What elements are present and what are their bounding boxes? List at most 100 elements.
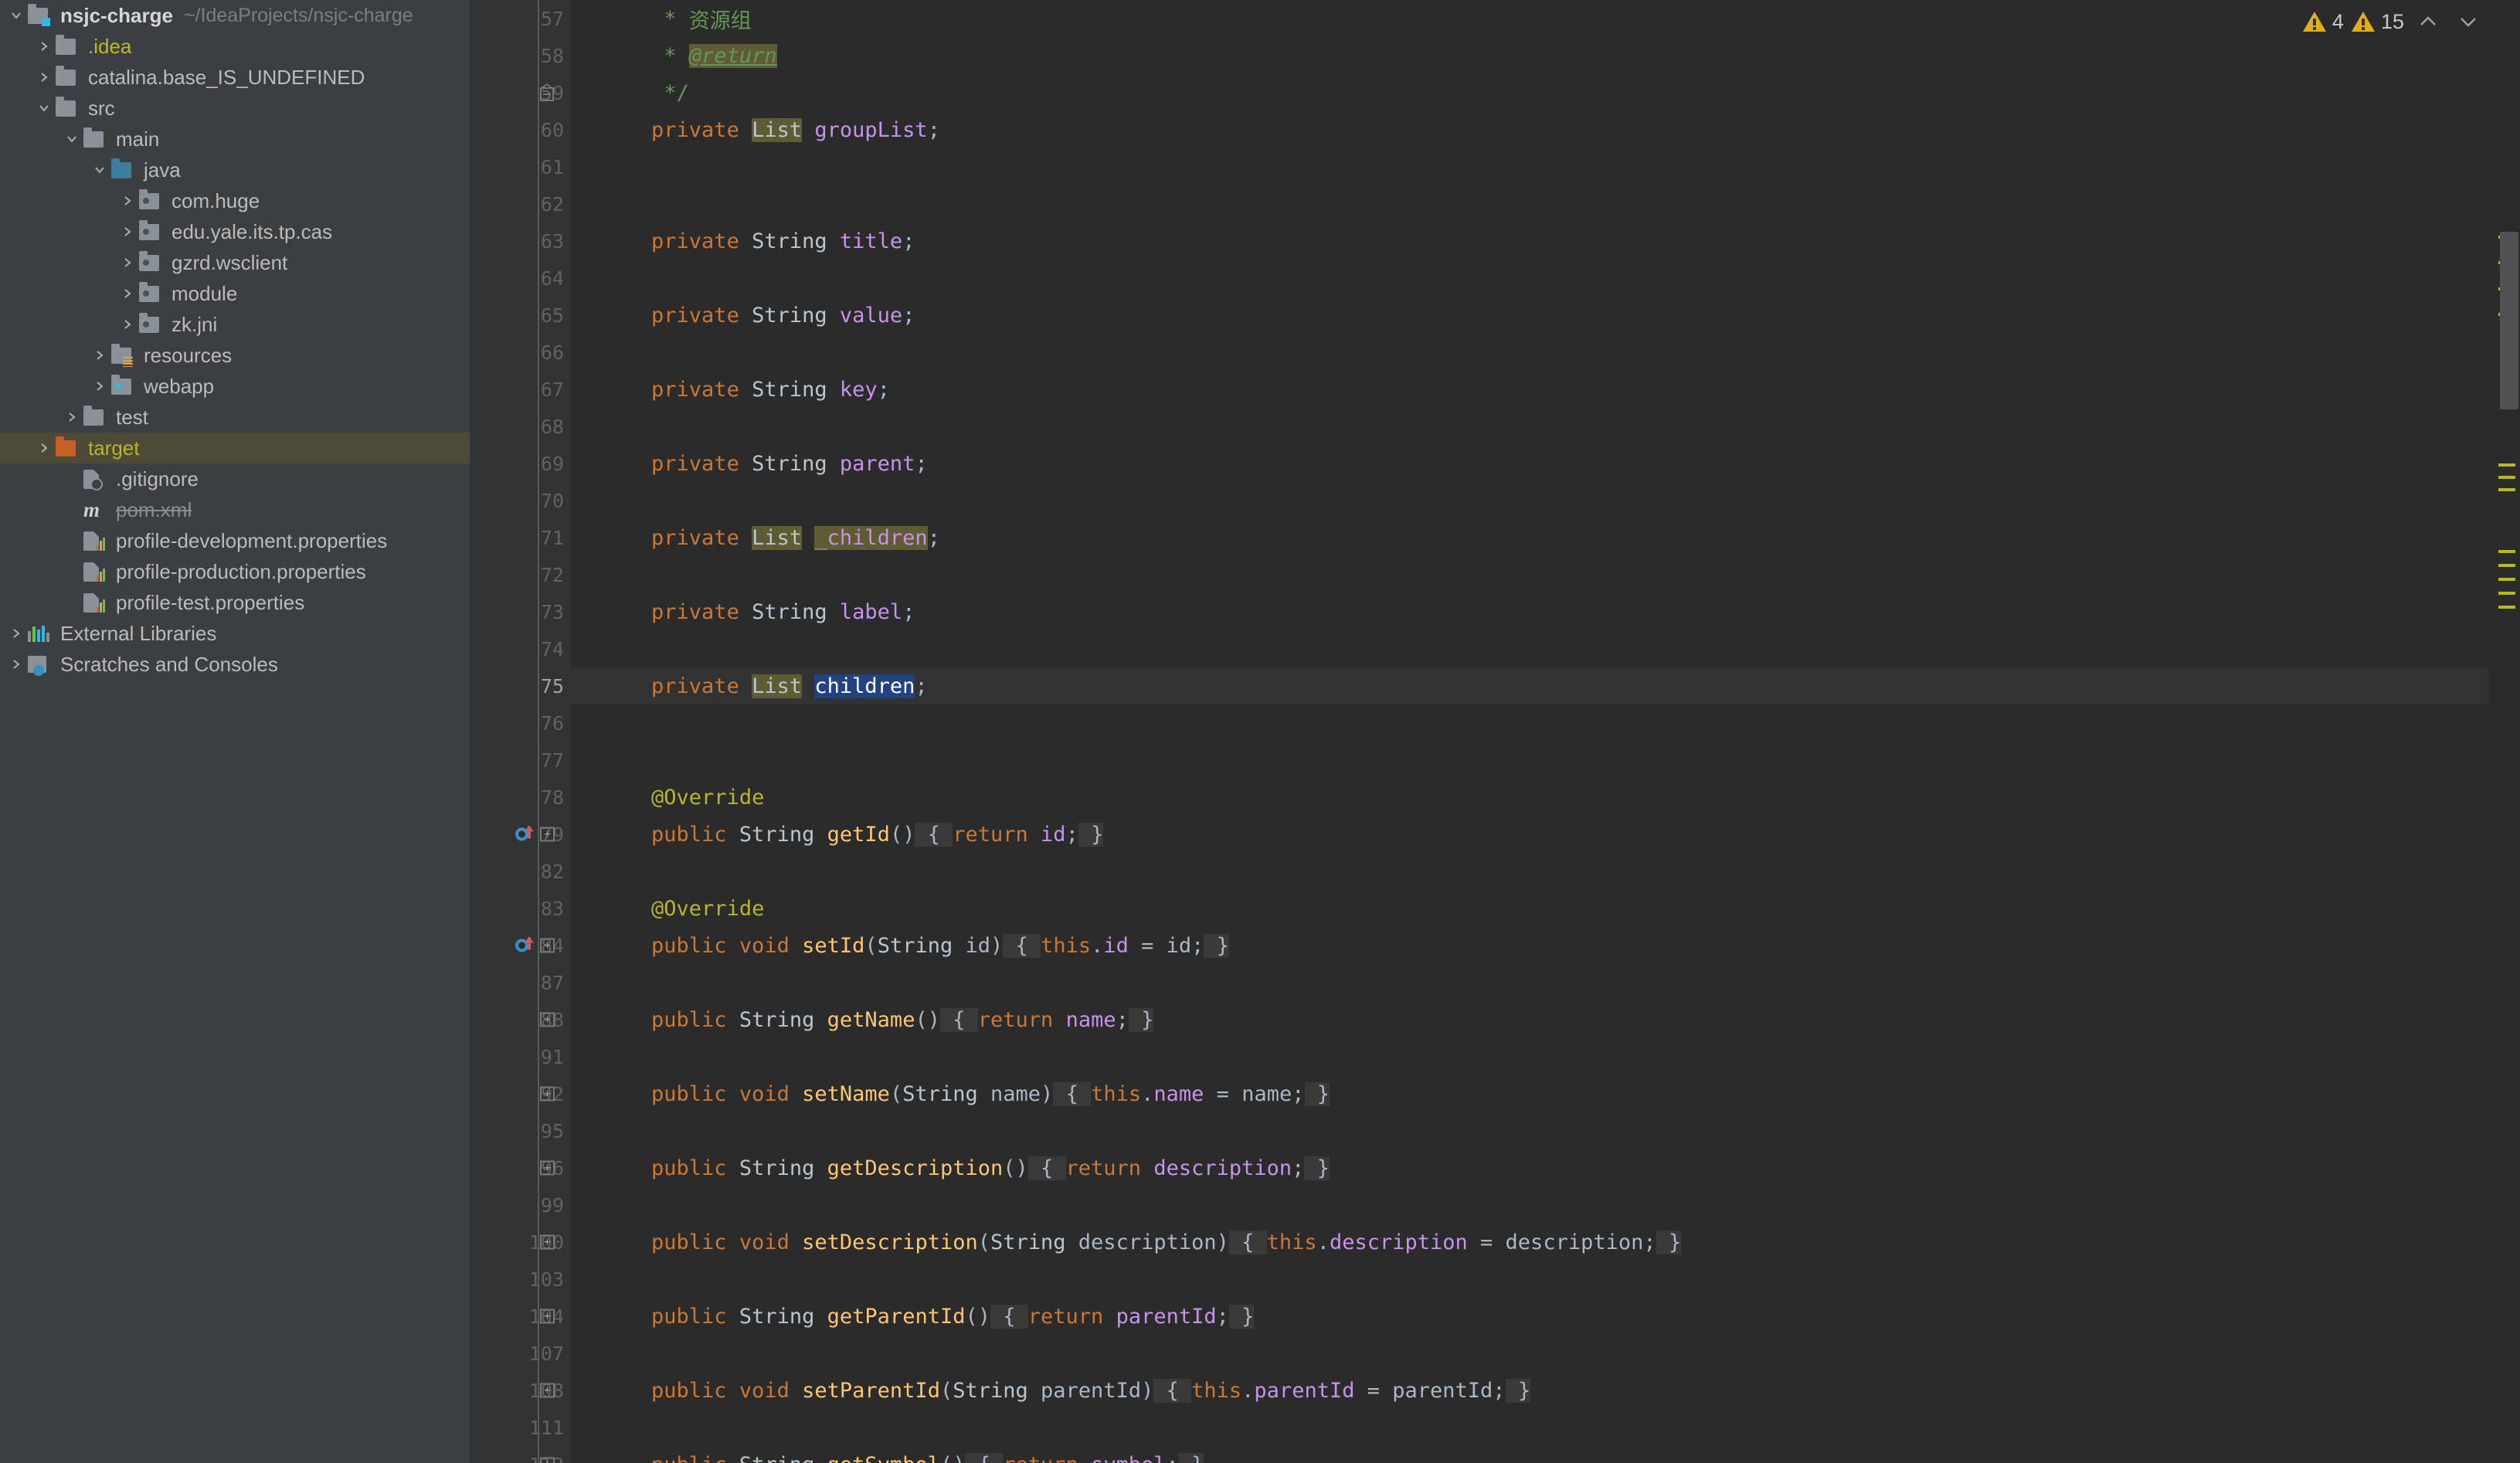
- scrollbar-warning-marker[interactable]: [2498, 578, 2515, 581]
- gutter-line-71[interactable]: 71: [470, 519, 570, 556]
- code-line-58[interactable]: * @return: [570, 37, 2520, 74]
- gutter-line-75[interactable]: 75: [470, 667, 570, 704]
- gutter-line-112[interactable]: 112+: [470, 1446, 570, 1463]
- code-line-87[interactable]: [570, 964, 2520, 1001]
- chevron-right-icon[interactable]: [88, 379, 111, 393]
- chevron-up-icon[interactable]: [2412, 13, 2444, 30]
- gutter-line-104[interactable]: 104 +: [470, 1298, 570, 1335]
- code-line-76[interactable]: [570, 704, 2520, 742]
- gutter-line-88[interactable]: 88 +: [470, 1001, 570, 1038]
- code-line-79[interactable]: public String getId() { return id; }: [570, 816, 2520, 853]
- warning-group-2[interactable]: 15: [2351, 10, 2404, 34]
- code-line-95[interactable]: [570, 1112, 2520, 1149]
- tree-item-scratches-and-consoles[interactable]: Scratches and Consoles: [0, 649, 470, 680]
- code-content[interactable]: * 资源组 * @return */ private List groupLis…: [570, 0, 2520, 1463]
- gutter-line-69[interactable]: 69: [470, 445, 570, 482]
- code-line-73[interactable]: private String label;: [570, 593, 2520, 630]
- chevron-right-icon[interactable]: [32, 39, 56, 53]
- gutter-line-66[interactable]: 66: [470, 334, 570, 371]
- scrollbar-warning-marker[interactable]: [2498, 550, 2515, 553]
- chevron-down-icon[interactable]: [5, 8, 28, 22]
- tree-item-test[interactable]: test: [0, 402, 470, 433]
- gutter-line-100[interactable]: 100 +: [470, 1224, 570, 1261]
- tree-item-com-huge[interactable]: com.huge: [0, 185, 470, 216]
- gutter-line-74[interactable]: 74: [470, 630, 570, 667]
- gutter-line-70[interactable]: 70: [470, 482, 570, 519]
- scrollbar-track[interactable]: [2498, 0, 2518, 1463]
- fold-expand-icon[interactable]: +: [540, 1383, 555, 1398]
- fold-expand-icon[interactable]: +: [540, 1234, 555, 1250]
- tree-item-gitignore[interactable]: .gitignore: [0, 463, 470, 494]
- chevron-right-icon[interactable]: [32, 70, 56, 84]
- gutter-line-63[interactable]: 63: [470, 222, 570, 260]
- chevron-down-icon[interactable]: [32, 101, 56, 115]
- tree-item-java[interactable]: java: [0, 154, 470, 185]
- code-line-66[interactable]: [570, 334, 2520, 371]
- tree-item-main[interactable]: main: [0, 124, 470, 154]
- scrollbar-warning-marker[interactable]: [2498, 564, 2515, 567]
- chevron-right-icon[interactable]: [88, 348, 111, 362]
- chevron-right-icon[interactable]: [5, 626, 28, 640]
- code-line-111[interactable]: [570, 1409, 2520, 1446]
- code-line-60[interactable]: private List groupList;: [570, 111, 2520, 148]
- fold-collapse-icon[interactable]: [540, 83, 554, 101]
- tree-item-profile-development-properties[interactable]: profile-development.properties: [0, 525, 470, 556]
- fold-expand-icon[interactable]: +: [540, 1457, 555, 1463]
- fold-expand-icon[interactable]: +: [540, 1309, 555, 1324]
- gutter-line-67[interactable]: 67: [470, 371, 570, 408]
- gutter-line-96[interactable]: 96 +: [470, 1149, 570, 1186]
- gutter-line-57[interactable]: 57: [470, 0, 570, 37]
- editor-markup-scrollbar[interactable]: [2489, 0, 2520, 1463]
- code-line-75[interactable]: private List children;: [570, 667, 2520, 704]
- code-line-68[interactable]: [570, 408, 2520, 445]
- code-line-112[interactable]: public String getSymbol() { return symbo…: [570, 1446, 2520, 1463]
- gutter-line-95[interactable]: 95: [470, 1112, 570, 1149]
- tree-item-edu-yale-its-tp-cas[interactable]: edu.yale.its.tp.cas: [0, 216, 470, 247]
- code-line-78[interactable]: @Override: [570, 779, 2520, 816]
- code-line-77[interactable]: [570, 742, 2520, 779]
- code-line-83[interactable]: @Override: [570, 890, 2520, 927]
- chevron-right-icon[interactable]: [116, 287, 139, 300]
- gutter-line-78[interactable]: 78: [470, 779, 570, 816]
- chevron-right-icon[interactable]: [116, 317, 139, 331]
- inspection-widget[interactable]: 4 15: [2302, 0, 2484, 39]
- gutter-line-60[interactable]: 60: [470, 111, 570, 148]
- gutter-line-83[interactable]: 83: [470, 890, 570, 927]
- gutter-line-82[interactable]: 82: [470, 853, 570, 890]
- tree-item-module[interactable]: module: [0, 278, 470, 309]
- fold-expand-icon[interactable]: +: [540, 827, 555, 842]
- project-tool-window[interactable]: nsjc-charge ~/IdeaProjects/nsjc-charge .…: [0, 0, 470, 1463]
- gutter-line-61[interactable]: 61: [470, 148, 570, 185]
- tree-item-idea[interactable]: .idea: [0, 31, 470, 62]
- scrollbar-warning-marker[interactable]: [2498, 592, 2515, 595]
- gutter-line-107[interactable]: 107: [470, 1335, 570, 1372]
- tree-item-zk-jni[interactable]: zk.jni: [0, 309, 470, 340]
- chevron-down-icon[interactable]: [88, 163, 111, 177]
- fold-expand-icon[interactable]: +: [540, 938, 555, 953]
- gutter-line-103[interactable]: 103: [470, 1261, 570, 1298]
- fold-expand-icon[interactable]: +: [540, 1086, 555, 1101]
- code-line-59[interactable]: */: [570, 74, 2520, 111]
- gutter-line-91[interactable]: 91: [470, 1038, 570, 1075]
- gutter-line-87[interactable]: 87: [470, 964, 570, 1001]
- tree-item-src[interactable]: src: [0, 93, 470, 124]
- code-line-62[interactable]: [570, 185, 2520, 222]
- code-line-70[interactable]: [570, 482, 2520, 519]
- tree-item-gzrd-wsclient[interactable]: gzrd.wsclient: [0, 247, 470, 278]
- fold-expand-icon[interactable]: +: [540, 1160, 555, 1176]
- chevron-right-icon[interactable]: [116, 225, 139, 239]
- chevron-right-icon[interactable]: [5, 657, 28, 671]
- gutter-line-92[interactable]: 92 +: [470, 1075, 570, 1112]
- editor-gutter[interactable]: 57 58 59 60 61 62 63 64 65 66 67 68 69 70 71 72 73 74 75 76…: [470, 0, 570, 1463]
- scrollbar-warning-marker[interactable]: [2498, 488, 2515, 491]
- code-line-71[interactable]: private List _children;: [570, 519, 2520, 556]
- chevron-down-icon[interactable]: [2452, 13, 2484, 30]
- code-line-107[interactable]: [570, 1335, 2520, 1372]
- code-line-69[interactable]: private String parent;: [570, 445, 2520, 482]
- code-line-65[interactable]: private String value;: [570, 297, 2520, 334]
- chevron-right-icon[interactable]: [32, 441, 56, 455]
- gutter-line-76[interactable]: 76: [470, 704, 570, 742]
- chevron-right-icon[interactable]: [116, 256, 139, 270]
- tree-item-profile-production-properties[interactable]: profile-production.properties: [0, 556, 470, 587]
- code-line-72[interactable]: [570, 556, 2520, 593]
